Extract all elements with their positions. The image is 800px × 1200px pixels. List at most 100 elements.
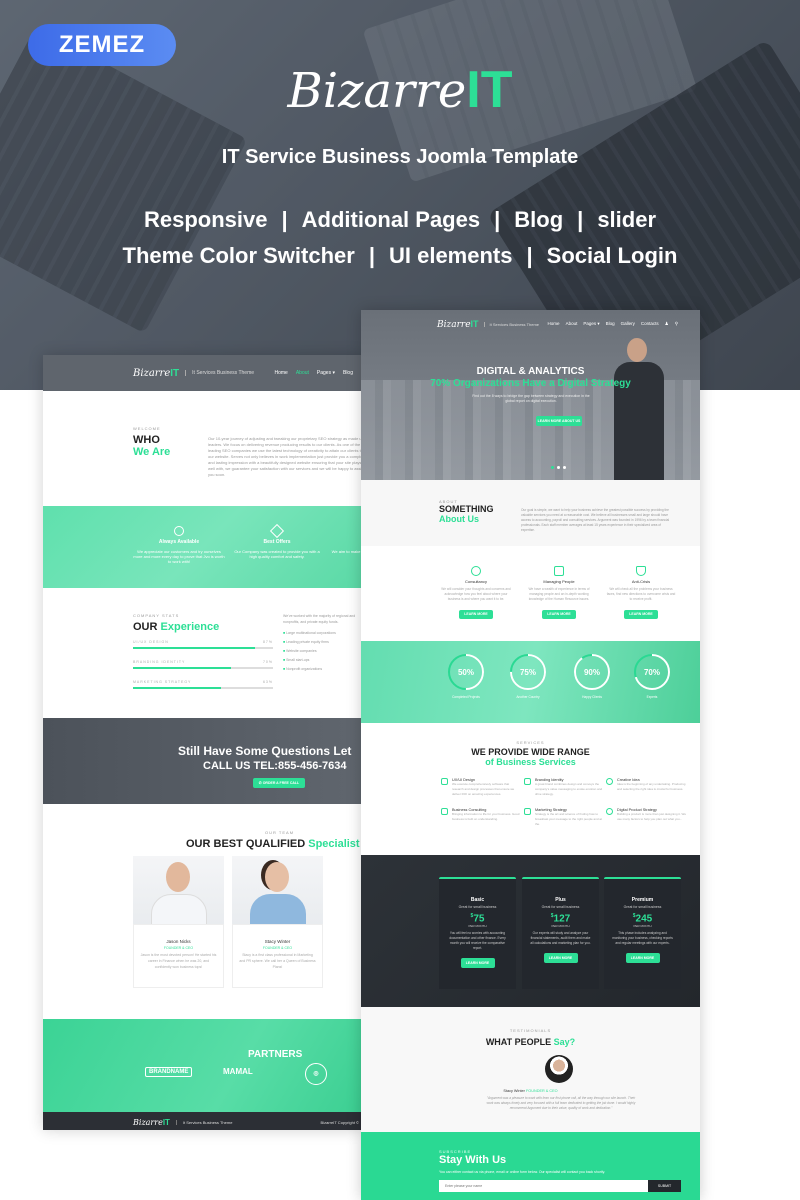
site-navbar: BizarreIT It Services Business Theme Hom… <box>43 355 363 391</box>
section-title: PARTNERS <box>248 1049 303 1060</box>
briefcase-icon <box>441 808 448 815</box>
partner-logo[interactable]: MAMAL <box>223 1067 253 1076</box>
stat-label: Experts <box>646 695 658 699</box>
learn-more-button[interactable]: LEARN MORE <box>460 958 495 969</box>
team-member-photo <box>232 856 323 924</box>
product-logo-accent: IT <box>466 61 513 119</box>
site-navbar: BizarreIT It Services Business Theme Hom… <box>437 318 678 330</box>
progress-bar: UI/UX DESIGN 87% <box>133 640 273 649</box>
stat-label: Completed Projects <box>452 695 480 699</box>
who-we-are-section: WELCOME WHO We Are Our 10-year journey o… <box>43 391 363 506</box>
nav-blog[interactable]: Blog <box>343 370 353 376</box>
team-member-photo <box>133 856 224 924</box>
nav-pages[interactable]: Pages ▾ <box>583 321 599 327</box>
testimonial-quote: "Argument was a pleasure to work with fr… <box>486 1096 636 1110</box>
user-icon[interactable]: ♟ <box>665 321 669 327</box>
feature-card: Best Offers Our Company was created to pr… <box>231 523 323 559</box>
stat-value: 90% <box>584 668 600 677</box>
partner-logo[interactable]: BRANDNAME <box>145 1067 193 1077</box>
clock-icon <box>174 526 184 536</box>
service-item: Creative Idea Idea is the beginning of an… <box>606 778 686 792</box>
businessman-image <box>609 338 669 480</box>
learn-more-button[interactable]: LEARN MORE <box>625 953 660 964</box>
shield-icon <box>636 566 646 576</box>
search-icon[interactable]: ⚲ <box>675 321 678 327</box>
nav-blog[interactable]: Blog <box>606 321 615 327</box>
team-member-card[interactable]: Jason Nicks FOUNDER & CEO Jason is the mos… <box>133 856 224 988</box>
footer-logo[interactable]: BizarreIT <box>133 1118 170 1127</box>
service-card: Anti-Crisis We will check all the problem… <box>606 566 676 620</box>
site-logo[interactable]: BizarreIT <box>437 319 479 330</box>
team-member-card[interactable]: Stacy Winter FOUNDER & CEO Stacy is a firs… <box>232 856 323 988</box>
subscribe-section: SUBSCRIBE Stay With Us You can either co… <box>361 1132 700 1200</box>
feature-item: Theme Color Switcher <box>122 243 355 268</box>
cta-phone: CALL US TEL:855-456-7634 <box>203 760 347 772</box>
nav-about[interactable]: About <box>566 321 578 327</box>
service-card: Consultancy We will consider your thought… <box>441 566 511 620</box>
partners-section: PARTNERS BRANDNAME MAMAL ◎ <box>43 1019 363 1112</box>
pricing-card: Premium Great for small business $245 PER M… <box>604 877 681 989</box>
hero-subtitle: 70% Organizations Have a Digital Strateg… <box>430 378 631 389</box>
feature-item: Social Login <box>546 243 678 268</box>
avatar <box>545 1055 573 1083</box>
cta-question: Still Have Some Questions Let <box>178 744 352 758</box>
star-icon <box>269 523 285 539</box>
experience-section: COMPANY STATS OUR Experience UI/UX DESIG… <box>43 588 363 718</box>
name-input[interactable] <box>439 1180 648 1192</box>
stat-value: 70% <box>644 668 660 677</box>
learn-more-button[interactable]: LEARN MORE <box>543 953 578 964</box>
device-icon <box>441 778 448 785</box>
learn-more-button[interactable]: LEARN MORE <box>624 609 658 619</box>
price: $245 <box>632 913 653 925</box>
nav-contacts[interactable]: Contacts <box>641 321 659 327</box>
price: $75 <box>470 913 485 925</box>
hero-slider: BizarreIT It Services Business Theme Hom… <box>361 310 700 480</box>
nav-pages[interactable]: Pages ▾ <box>317 370 335 376</box>
submit-button[interactable]: SUBMIT <box>648 1180 681 1192</box>
copyright: BizarreIT Copyright © <box>320 1119 359 1125</box>
site-logo[interactable]: BizarreIT <box>133 368 179 379</box>
service-item: Digital Product Strategy Building a produ… <box>606 808 686 822</box>
service-item: Marketing Strategy Strategy is the art an… <box>524 808 604 827</box>
section-title: WHAT PEOPLE Say? <box>485 1037 576 1047</box>
nav-gallery[interactable]: Gallery <box>621 321 635 327</box>
section-title: WE PROVIDE WIDE RANGE <box>471 747 590 757</box>
slider-dot[interactable] <box>551 466 554 469</box>
progress-bar: MARKETING STRATEGY 63% <box>133 680 273 689</box>
stat-ring: 70% <box>634 654 670 690</box>
order-call-button[interactable]: ✆ ORDER A FREE CALL <box>253 778 305 788</box>
subscribe-text: You can either contact us via phone, ema… <box>439 1170 606 1174</box>
network-icon <box>606 808 613 815</box>
feature-item: Responsive <box>143 207 268 232</box>
key-services-section: Consultancy We will consider your thought… <box>361 546 700 641</box>
stat-label: Another Country <box>516 695 540 699</box>
list-item: Small start-ups <box>283 656 363 665</box>
client-list: We've worked with the majority of region… <box>283 613 363 674</box>
learn-more-button[interactable]: LEARN MORE <box>459 609 493 619</box>
who-text: Our 10-year journey of adjusting and twe… <box>208 436 363 477</box>
nav-home[interactable]: Home <box>274 370 287 376</box>
price: $127 <box>550 913 571 925</box>
feature-item: UI elements <box>388 243 513 268</box>
service-item: UX/UI Design We execute comprehensively s… <box>441 778 521 797</box>
people-icon <box>554 566 564 576</box>
about-text: Our goal is simple, we want to help your… <box>521 508 670 532</box>
pricing-card: Plus Great for small business $127 PER MONT… <box>522 877 599 989</box>
feature-row-2: Theme Color Switcher | UI elements | Social … <box>122 243 678 268</box>
nav-home[interactable]: Home <box>548 321 560 327</box>
learn-more-button[interactable]: LEARN MORE ABOUT US <box>536 416 582 426</box>
features-band: Always Available We appreciate our custom… <box>43 506 363 588</box>
team-section: OUR TEAM OUR BEST QUALIFIED Specialist J… <box>43 804 363 1019</box>
partner-logo[interactable]: ◎ <box>305 1063 327 1085</box>
list-item: Leading private equity firms <box>283 638 363 647</box>
nav-about[interactable]: About <box>296 370 309 376</box>
tag-icon <box>524 778 531 785</box>
slider-dot[interactable] <box>563 466 566 469</box>
learn-more-button[interactable]: LEARN MORE <box>542 609 576 619</box>
service-item: Business Consulting Bringing information … <box>441 808 521 822</box>
feature-row-1: Responsive | Additional Pages | Blog | slider <box>143 207 657 232</box>
slider-dot[interactable] <box>557 466 560 469</box>
feature-list: Responsive | Additional Pages | Blog | slider … <box>0 202 800 274</box>
stat-value: 50% <box>458 668 474 677</box>
list-item: Nonprofit organizations <box>283 665 363 674</box>
